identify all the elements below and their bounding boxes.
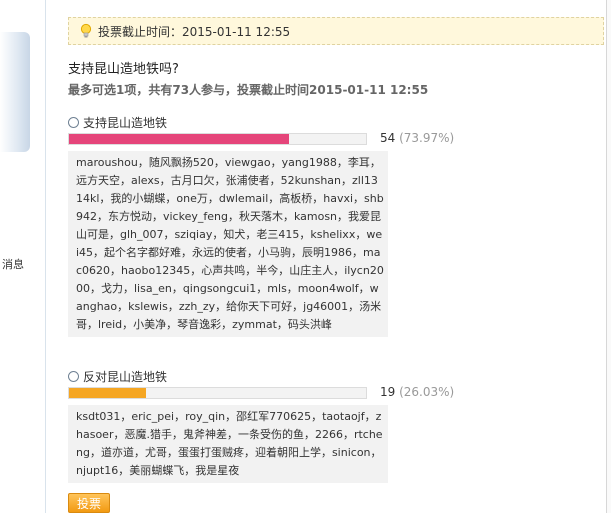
option-label[interactable]: 反对昆山造地铁 bbox=[83, 368, 167, 385]
deadline-text: 投票截止时间：2015-01-11 12:55 bbox=[98, 24, 291, 39]
vote-bar-fill bbox=[69, 388, 147, 398]
option-label[interactable]: 支持昆山造地铁 bbox=[83, 114, 167, 131]
voter-list: ksdt031，eric_pei，roy_qin，邵红军770625，taota… bbox=[68, 405, 388, 483]
poll-option[interactable]: 支持昆山造地铁 bbox=[68, 114, 167, 131]
vote-number: 54 bbox=[380, 131, 396, 145]
radio-icon[interactable] bbox=[68, 371, 79, 382]
poll-panel: 投票截止时间：2015-01-11 12:55 支持昆山造地铁吗? 最多可选1项… bbox=[46, 0, 606, 513]
vote-count: 19 (26.03%) bbox=[380, 385, 454, 399]
vote-number: 19 bbox=[380, 385, 396, 399]
vote-button[interactable]: 投票 bbox=[68, 493, 110, 513]
vote-percent: (73.97%) bbox=[399, 131, 455, 145]
vote-percent: (26.03%) bbox=[399, 385, 455, 399]
poll-title: 支持昆山造地铁吗? bbox=[68, 62, 179, 77]
vote-bar bbox=[68, 387, 367, 399]
avatar[interactable] bbox=[0, 32, 30, 152]
vote-count: 54 (73.97%) bbox=[380, 131, 454, 145]
lightbulb-icon bbox=[78, 23, 94, 39]
left-sidebar: 消息 bbox=[0, 0, 46, 513]
voter-list: maroushou，随风飘扬520，viewgao，yang1988，李耳，远方… bbox=[68, 151, 388, 337]
vote-bar bbox=[68, 133, 367, 145]
deadline-notice: 投票截止时间：2015-01-11 12:55 bbox=[68, 17, 604, 45]
poll-option[interactable]: 反对昆山造地铁 bbox=[68, 368, 167, 385]
scrollbar[interactable] bbox=[606, 0, 611, 513]
sidebar-message-link[interactable]: 消息 bbox=[2, 256, 24, 272]
radio-icon[interactable] bbox=[68, 117, 79, 128]
poll-info: 最多可选1项，共有73人参与，投票截止时间2015-01-11 12:55 bbox=[68, 83, 429, 97]
vote-bar-fill bbox=[69, 134, 289, 144]
